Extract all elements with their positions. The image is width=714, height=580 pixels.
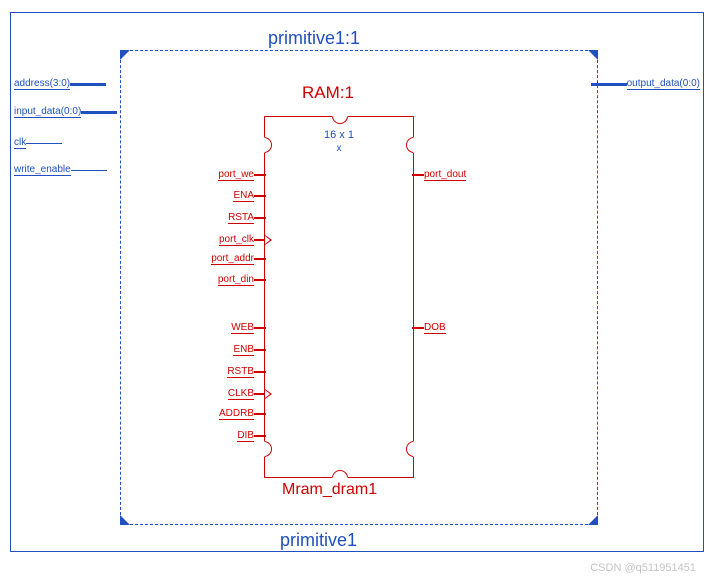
watermark: CSDN @q511951451	[590, 562, 696, 574]
port-wire	[254, 174, 266, 176]
ram-size-label: 16 x 1	[265, 129, 413, 141]
ram-title: RAM:1	[302, 83, 354, 103]
port-wire	[412, 327, 424, 329]
port-wire	[254, 327, 266, 329]
port-wire	[254, 258, 266, 260]
ram-instance-label: Mram_dram1	[282, 481, 377, 499]
ram-port-input: DIB	[237, 430, 266, 442]
port-wire	[254, 217, 266, 219]
ram-port-input: port_we	[218, 169, 266, 181]
port-wire	[254, 349, 266, 351]
port-label: ENB	[233, 345, 254, 356]
port-label: output_data(0:0)	[627, 79, 700, 90]
ram-port-input: port_clk	[219, 234, 266, 246]
ram-port-input: ENA	[233, 190, 266, 202]
port-label: DIB	[237, 431, 254, 442]
module-title-top: primitive1:1	[268, 28, 360, 49]
port-wire	[81, 111, 117, 114]
module-corner	[588, 515, 598, 525]
ram-notch	[332, 470, 348, 478]
ram-port-output: DOB	[412, 322, 446, 334]
port-wire	[412, 174, 424, 176]
external-port-input: write_enable	[14, 163, 107, 177]
clock-indicator-icon	[265, 235, 272, 245]
port-label: WEB	[231, 323, 254, 334]
ram-port-input: RSTB	[227, 366, 266, 378]
module-corner	[120, 50, 130, 60]
port-label: write_enable	[14, 165, 71, 176]
ram-notch	[264, 441, 272, 457]
external-port-output: output_data(0:0)	[591, 77, 700, 91]
ram-port-input: RSTA	[228, 212, 266, 224]
port-label: clk	[14, 138, 26, 149]
ram-subtitle: x	[265, 143, 413, 154]
port-wire	[26, 143, 62, 144]
port-wire	[591, 83, 627, 86]
port-label: port_dout	[424, 170, 466, 181]
ram-port-input: port_din	[218, 274, 266, 286]
external-port-input: input_data(0:0)	[14, 105, 117, 119]
ram-notch	[406, 441, 414, 457]
port-label: address(3:0)	[14, 79, 70, 90]
port-wire	[70, 83, 106, 86]
port-label: port_clk	[219, 235, 254, 246]
ram-port-output: port_dout	[412, 169, 466, 181]
port-wire	[254, 371, 266, 373]
port-label: input_data(0:0)	[14, 107, 81, 118]
port-wire	[254, 435, 266, 437]
port-label: ADDRB	[219, 409, 254, 420]
port-label: RSTB	[227, 367, 254, 378]
port-label: CLKB	[228, 389, 254, 400]
module-title-bottom: primitive1	[280, 530, 357, 551]
module-corner	[588, 50, 598, 60]
ram-block: 16 x 1 x port_weENARSTAport_clkport_addr…	[264, 116, 414, 478]
external-port-input: clk	[14, 136, 62, 150]
ram-notch	[332, 116, 348, 124]
port-label: ENA	[233, 191, 254, 202]
module-corner	[120, 515, 130, 525]
ram-port-input: WEB	[231, 322, 266, 334]
ram-port-input: port_addr	[211, 253, 266, 265]
ram-port-input: CLKB	[228, 388, 266, 400]
port-wire	[254, 413, 266, 415]
port-wire	[254, 195, 266, 197]
port-wire	[254, 279, 266, 281]
port-label: port_din	[218, 275, 254, 286]
port-label: port_addr	[211, 254, 254, 265]
clock-indicator-icon	[265, 389, 272, 399]
ram-port-input: ENB	[233, 344, 266, 356]
port-wire	[71, 170, 107, 171]
port-label: DOB	[424, 323, 446, 334]
external-port-input: address(3:0)	[14, 77, 106, 91]
ram-port-input: ADDRB	[219, 408, 266, 420]
port-label: port_we	[218, 170, 254, 181]
port-label: RSTA	[228, 213, 254, 224]
